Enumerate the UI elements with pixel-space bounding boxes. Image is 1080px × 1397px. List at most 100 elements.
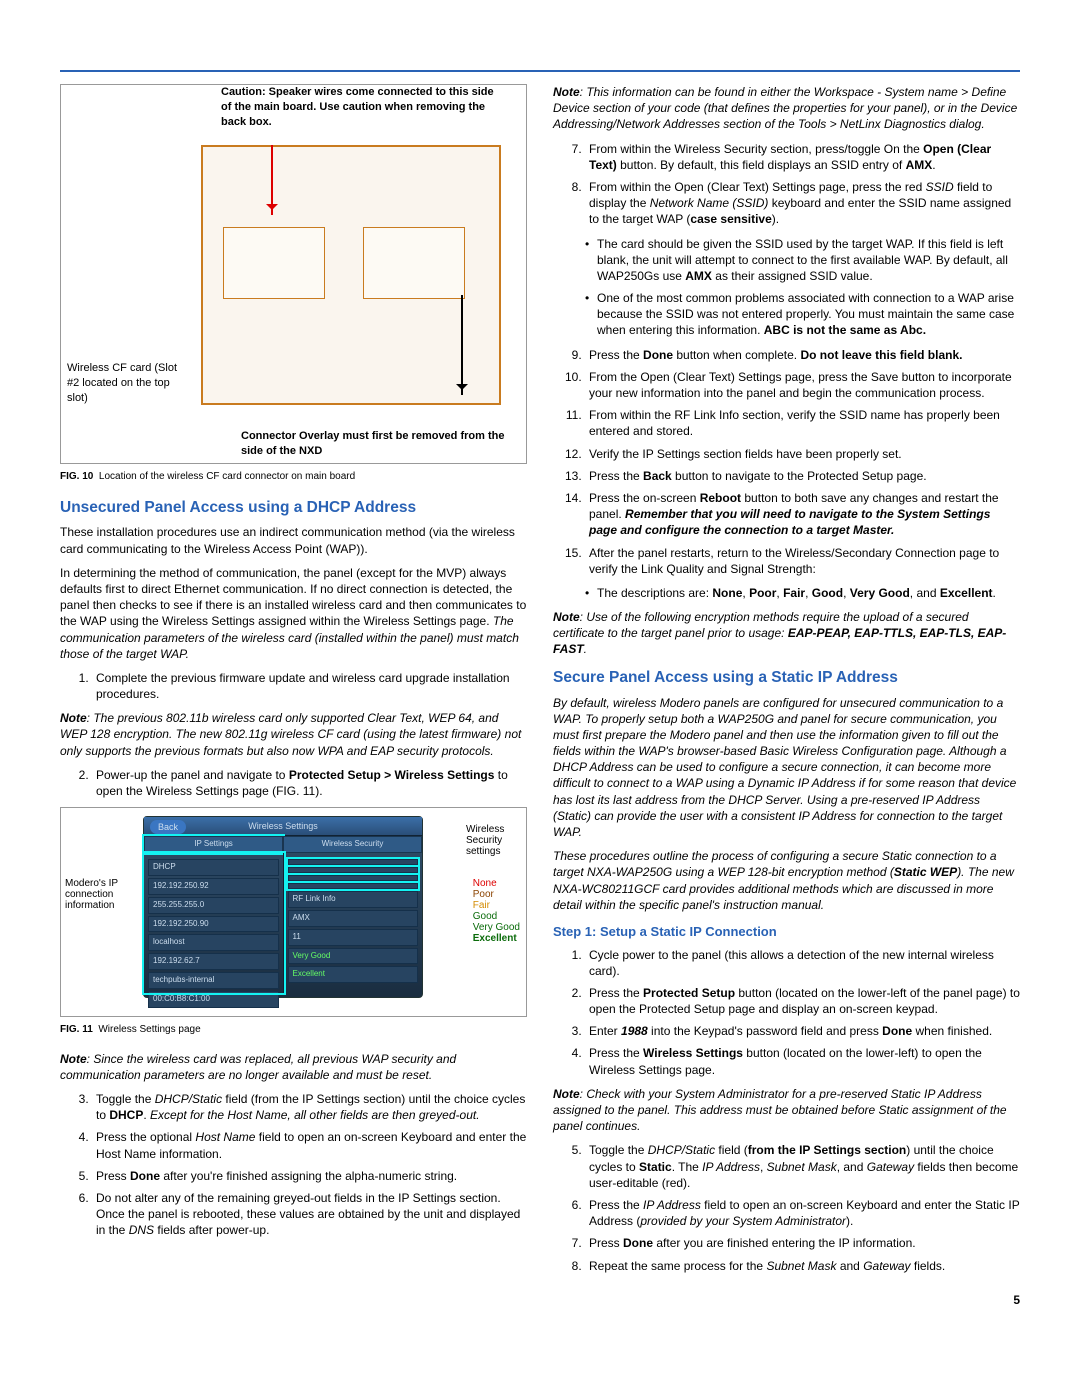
- t: Press the on-screen: [589, 491, 700, 505]
- t: ABC is not the same as Abc.: [764, 323, 926, 337]
- fig11-lrow: 00:C0:B8:C1:00: [148, 991, 279, 1008]
- list-c-1: Cycle power to the panel (this allows a …: [585, 947, 1020, 979]
- q-none: None: [473, 878, 520, 889]
- fig11-rrow: Excellent: [288, 966, 419, 983]
- note-d: Note: Use of the following encryption me…: [553, 609, 1020, 658]
- list-a-4: Press the optional Host Name field to op…: [92, 1129, 527, 1161]
- t: ).: [772, 212, 779, 226]
- t: Remember that you will need to navigate …: [589, 507, 990, 537]
- fig11-caption: FIG. 11 Wireless Settings page: [60, 1023, 527, 1037]
- list-a: Complete the previous firmware update an…: [60, 670, 527, 702]
- t: button when complete.: [673, 348, 800, 362]
- t: Very Good: [850, 586, 910, 600]
- fig10-caption-text: Location of the wireless CF card connect…: [99, 471, 355, 482]
- t: Protected Setup: [643, 986, 735, 1000]
- note-d-label: Note: [553, 610, 580, 624]
- list-b-15: After the panel restarts, return to the …: [585, 545, 1020, 577]
- fig10-black-arrow: [461, 295, 463, 395]
- fig11-left-label: Modero's IP connection information: [65, 878, 137, 911]
- fig10-caution: Caution: Speaker wires come connected to…: [221, 85, 501, 130]
- note-a-label: Note: [60, 711, 87, 725]
- note-c-body: : This information can be found in eithe…: [553, 85, 1017, 131]
- fig11-lrow: 192.192.250.90: [148, 916, 279, 933]
- t: .: [584, 642, 587, 656]
- list-b-14: Press the on-screen Reboot button to bot…: [585, 490, 1020, 539]
- fig11-rrow: [288, 875, 419, 881]
- t: , and: [837, 1160, 867, 1174]
- list-a-6: Do not alter any of the remaining greyed…: [92, 1190, 527, 1239]
- bul8-1: The card should be given the SSID used b…: [585, 236, 1020, 285]
- note-c-label: Note: [553, 85, 580, 99]
- t: after you are finished entering the IP i…: [653, 1236, 916, 1250]
- t: as their assigned SSID value.: [712, 269, 873, 283]
- t: Wireless Settings: [643, 1046, 743, 1060]
- list-a-cont: Power-up the panel and navigate to Prote…: [60, 767, 527, 799]
- t: DNS: [129, 1223, 154, 1237]
- list-a-cont2: Toggle the DHCP/Static field (from the I…: [60, 1091, 527, 1239]
- list-c-3: Enter 1988 into the Keypad's password fi…: [585, 1023, 1020, 1039]
- fig11-lrow: techpubs-internal: [148, 972, 279, 989]
- note-b-body: : Since the wireless card was replaced, …: [60, 1052, 456, 1082]
- list-b-13: Press the Back button to navigate to the…: [585, 468, 1020, 484]
- list-c-4: Press the Wireless Settings button (loca…: [585, 1045, 1020, 1077]
- list-c-cont: Toggle the DHCP/Static field (from the I…: [553, 1142, 1020, 1273]
- t: Host Name: [195, 1130, 255, 1144]
- t: DHCP/Static: [648, 1143, 715, 1157]
- fig11-right-label: Wireless Security settings: [466, 824, 522, 857]
- t: Subnet Mask: [767, 1160, 837, 1174]
- fig10-overlay-label: Connector Overlay must first be removed …: [241, 429, 511, 459]
- fig11-lrow: DHCP: [148, 859, 279, 876]
- bul15: The descriptions are: None, Poor, Fair, …: [585, 585, 1020, 601]
- heading-step1: Step 1: Setup a Static IP Connection: [553, 923, 1020, 941]
- bul8-2: One of the most common problems associat…: [585, 290, 1020, 339]
- right-column: Note: This information can be found in e…: [553, 84, 1020, 1308]
- t: IP Address: [702, 1160, 760, 1174]
- t: and: [836, 1259, 863, 1273]
- t: provided by your System Administrator: [640, 1214, 846, 1228]
- figure-10: Caution: Speaker wires come connected to…: [60, 84, 527, 464]
- t: Excellent: [940, 586, 993, 600]
- list-b-cont: Press the Done button when complete. Do …: [553, 347, 1020, 577]
- t: button. By default, this field displays …: [617, 158, 906, 172]
- t: Done: [643, 348, 673, 362]
- t: Do not leave this field blank.: [800, 348, 962, 362]
- secure-intro: By default, wireless Modero panels are c…: [553, 695, 1020, 841]
- note-c: Note: This information can be found in e…: [553, 84, 1020, 133]
- fig11-tab-left: IP Settings: [144, 836, 283, 853]
- t: into the Keypad's password field and pre…: [648, 1024, 882, 1038]
- t: Done: [882, 1024, 912, 1038]
- t: ,: [760, 1160, 767, 1174]
- t: Done: [623, 1236, 653, 1250]
- fig11-lrow: 192.192.250.92: [148, 878, 279, 895]
- fig11-rrow: 11: [288, 929, 419, 946]
- t: Toggle the: [96, 1092, 155, 1106]
- t: .: [932, 158, 935, 172]
- t: when finished.: [912, 1024, 992, 1038]
- fig10-caption: FIG. 10 Location of the wireless CF card…: [60, 470, 527, 484]
- fig11-quality-legend: None Poor Fair Good Very Good Excellent: [473, 878, 520, 944]
- secure-outline: These procedures outline the process of …: [553, 848, 1020, 913]
- q-good: Good: [473, 911, 520, 922]
- t: Fair: [783, 586, 805, 600]
- fig10-red-arrow: [271, 145, 273, 215]
- t: Static WEP: [894, 865, 957, 879]
- t: 1988: [621, 1024, 648, 1038]
- list-b-7: From within the Wireless Security sectio…: [585, 141, 1020, 173]
- fig11-rrow: [288, 883, 419, 889]
- page-top-rule: [60, 70, 1020, 72]
- fig11-rrow: RF Link Info: [288, 891, 419, 908]
- t: . The: [672, 1160, 702, 1174]
- t: Back: [643, 469, 672, 483]
- t: Static: [639, 1160, 672, 1174]
- note-e-label: Note: [553, 1087, 580, 1101]
- note-a: Note: The previous 802.11b wireless card…: [60, 710, 527, 759]
- fig11-lrow: 192.192.62.7: [148, 953, 279, 970]
- t: Press the: [589, 348, 643, 362]
- list-b-12: Verify the IP Settings section fields ha…: [585, 446, 1020, 462]
- t: from the IP Settings section: [748, 1143, 906, 1157]
- note-b: Note: Since the wireless card was replac…: [60, 1051, 527, 1083]
- fig11-rrow: [288, 859, 419, 865]
- t: fields after power-up.: [154, 1223, 269, 1237]
- note-e-body: : Check with your System Administrator f…: [553, 1087, 1007, 1133]
- list-b-9: Press the Done button when complete. Do …: [585, 347, 1020, 363]
